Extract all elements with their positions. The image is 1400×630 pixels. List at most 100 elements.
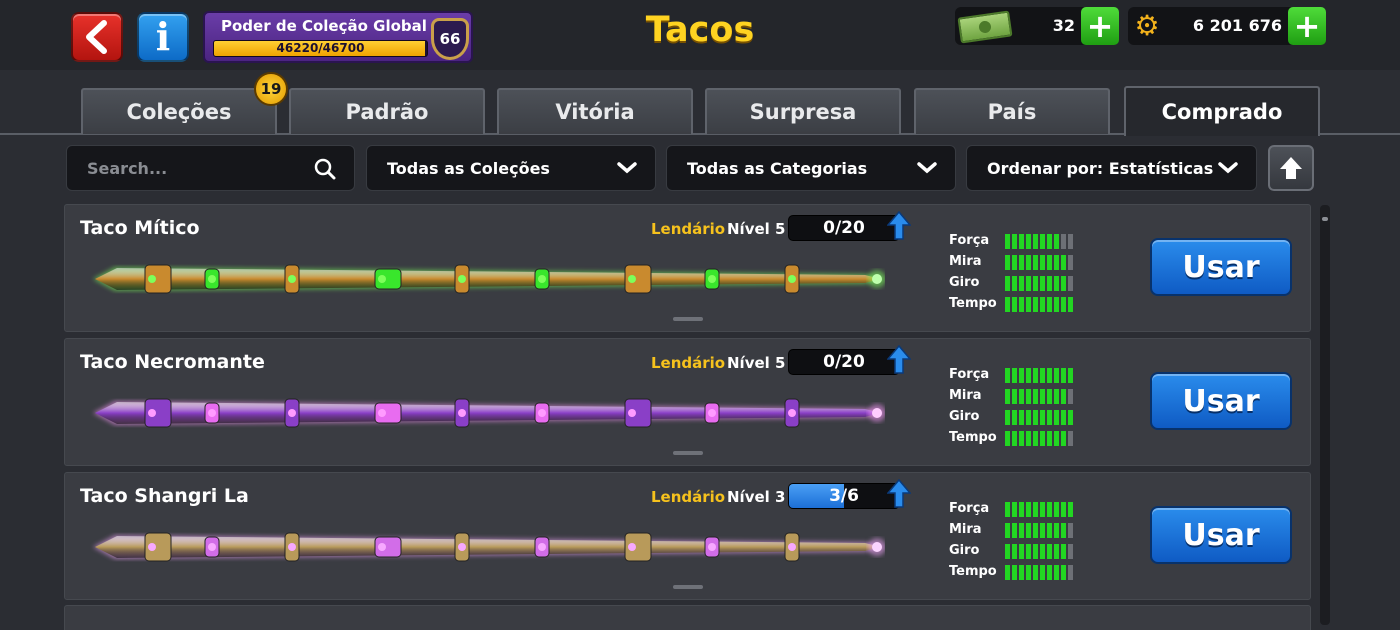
sort-dropdown[interactable]: Ordenar por: Estatísticas [966,145,1257,191]
stat-segment [1047,523,1052,538]
add-coins-button[interactable]: + [1288,7,1326,45]
collections-dropdown[interactable]: Todas as Coleções [366,145,656,191]
stat-label: Tempo [949,564,997,579]
tab-comprado[interactable]: Comprado [1124,86,1320,136]
search-box [66,145,355,191]
stat-segment [1061,276,1066,291]
scrollbar-thumb[interactable] [1322,217,1328,221]
upgrade-progress: 3/6 [788,483,900,509]
stat-segment [1068,565,1073,580]
stat-segment [1054,544,1059,559]
stat-segment [1019,234,1024,249]
stat-segment [1026,276,1031,291]
expand-handle[interactable] [673,317,703,321]
upgrade-arrow-icon[interactable] [887,479,911,509]
upgrade-progress: 0/20 [788,215,900,241]
stat-segment [1033,502,1038,517]
stat-segment [1012,368,1017,383]
cue-card[interactable]: Taco Necromante Lendário Nível 5 0/20 Fo… [64,338,1311,466]
stat-segment [1054,565,1059,580]
stat-segment [1026,234,1031,249]
stat-segment [1033,255,1038,270]
add-cash-button[interactable]: + [1081,7,1119,45]
use-button[interactable]: Usar [1150,238,1292,296]
stat-segment [1054,502,1059,517]
cue-card[interactable]: Taco Shangri La Lendário Nível 3 3/6 For… [64,472,1311,600]
tab-label: Surpresa [749,100,857,124]
tab-colecoes[interactable]: Coleções [81,88,277,134]
stat-segment [1012,255,1017,270]
stat-segment [1019,502,1024,517]
tab-vitoria[interactable]: Vitória [497,88,693,134]
stat-segment [1047,297,1052,312]
stat-segment [1019,389,1024,404]
tab-surpresa[interactable]: Surpresa [705,88,901,134]
cash-counter: 32 + [955,7,1119,45]
stat-segment [1040,502,1045,517]
arrow-up-icon [1280,157,1302,179]
stat-segment [1054,523,1059,538]
stat-segment [1026,255,1031,270]
cue-card[interactable]: Taco Mítico Lendário Nível 5 0/20 Força M… [64,204,1311,332]
categories-dropdown[interactable]: Todas as Categorias [666,145,956,191]
stat-segment [1054,389,1059,404]
use-button-label: Usar [1182,249,1260,285]
categories-dropdown-label: Todas as Categorias [687,158,868,178]
stat-segment [1068,502,1073,517]
stat-segment [1047,410,1052,425]
tab-padrao[interactable]: Padrão [289,88,485,134]
stat-segment [1047,431,1052,446]
tab-pais[interactable]: País [914,88,1110,134]
stat-segment [1054,276,1059,291]
list-scrollbar[interactable] [1320,205,1330,625]
stat-segment [1033,368,1038,383]
stat-bar [1005,234,1073,249]
stat-segment [1054,234,1059,249]
stat-segment [1012,502,1017,517]
stat-segment [1047,234,1052,249]
stat-segment [1026,389,1031,404]
stat-segment [1061,255,1066,270]
plus-icon: + [1086,7,1114,45]
info-icon: i [155,14,171,59]
use-button[interactable]: Usar [1150,506,1292,564]
search-input[interactable] [87,158,307,178]
stat-segment [1040,410,1045,425]
stat-segment [1019,431,1024,446]
cue-name: Taco Mítico [80,217,200,239]
stat-segment [1040,565,1045,580]
cue-image [93,532,885,562]
search-icon[interactable] [314,158,336,180]
upgrade-arrow-icon[interactable] [887,211,911,241]
plus-icon: + [1293,7,1321,45]
stat-bar [1005,410,1073,425]
stat-segment [1054,368,1059,383]
stat-segment [1033,565,1038,580]
cue-level: Nível 5 [727,220,786,238]
stat-bar [1005,431,1073,446]
stat-segment [1026,431,1031,446]
sort-direction-button[interactable] [1268,145,1314,191]
tab-label: Comprado [1161,100,1283,124]
back-button[interactable] [71,12,123,62]
stat-bar [1005,523,1073,538]
stat-segment [1019,297,1024,312]
use-button[interactable]: Usar [1150,372,1292,430]
upgrade-arrow-icon[interactable] [887,345,911,375]
expand-handle[interactable] [673,451,703,455]
stat-segment [1019,410,1024,425]
chevron-down-icon [617,162,637,174]
collection-power-title: Poder de Coleção Global [221,17,427,35]
stat-segment [1033,297,1038,312]
stat-label: Força [949,233,990,248]
info-button[interactable]: i [137,12,189,62]
stat-segment [1026,368,1031,383]
stat-segment [1019,255,1024,270]
stat-label: Mira [949,388,982,403]
stat-bar [1005,502,1073,517]
stat-segment [1033,544,1038,559]
stat-segment [1047,255,1052,270]
cue-name: Taco Necromante [80,351,265,373]
collection-power-panel[interactable]: Poder de Coleção Global 46220/46700 66 [203,11,473,63]
expand-handle[interactable] [673,585,703,589]
